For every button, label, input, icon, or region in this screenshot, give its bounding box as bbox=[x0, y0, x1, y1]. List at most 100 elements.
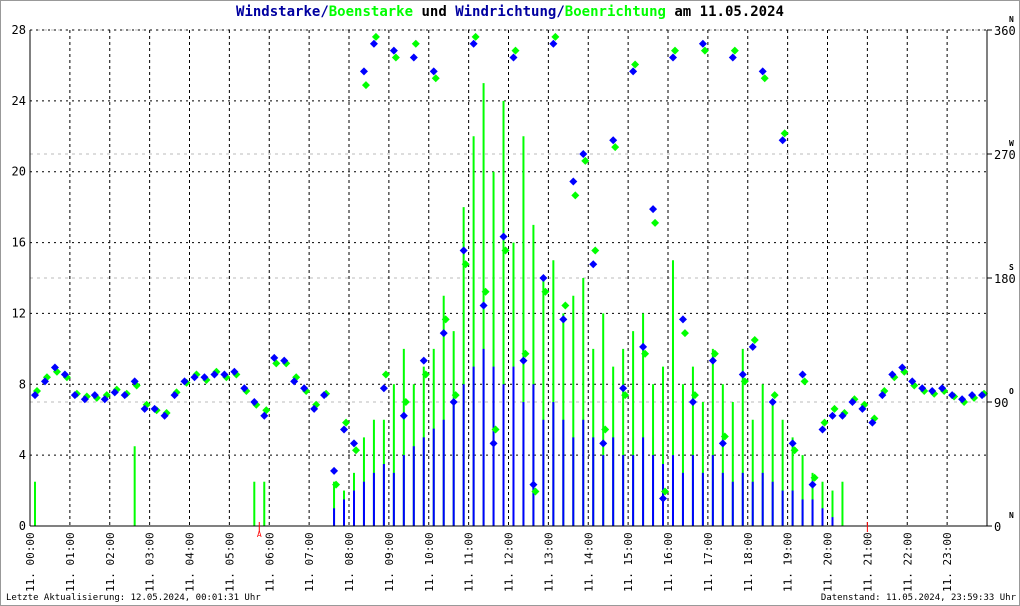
y-tick-label: 16 bbox=[12, 236, 26, 250]
y-right-tick-label: 180 bbox=[994, 272, 1016, 286]
wind-direction-point bbox=[599, 439, 608, 448]
x-tick-label: 11. 18:00 bbox=[742, 532, 755, 592]
wind-direction-point bbox=[419, 356, 428, 365]
gust-direction-point bbox=[381, 370, 390, 379]
wind-direction-point bbox=[549, 39, 558, 48]
gust-direction-point bbox=[351, 446, 360, 455]
wind-direction-point bbox=[369, 39, 378, 48]
wind-direction-point bbox=[379, 384, 388, 393]
wind-direction-point bbox=[569, 177, 578, 186]
x-tick-label: 11. 16:00 bbox=[662, 532, 675, 592]
y-tick-label: 8 bbox=[19, 377, 26, 391]
wind-direction-point bbox=[609, 136, 618, 145]
wind-direction-point bbox=[499, 232, 508, 241]
gust-direction-point bbox=[700, 46, 709, 55]
y-tick-label: 12 bbox=[12, 306, 26, 320]
wind-direction-point bbox=[808, 480, 817, 489]
data-timestamp: Datenstand: 11.05.2024, 23:59:33 Uhr bbox=[820, 593, 1016, 603]
wind-direction-point bbox=[479, 301, 488, 310]
x-tick-label: 11. 06:00 bbox=[263, 532, 276, 592]
wind-direction-point bbox=[659, 494, 668, 503]
wind-direction-point bbox=[778, 136, 787, 145]
y-tick-label: 24 bbox=[12, 94, 26, 108]
y-right-tick-label: 270 bbox=[994, 148, 1016, 162]
x-tick-label: 11. 20:00 bbox=[822, 532, 835, 592]
wind-direction-point bbox=[668, 53, 677, 62]
wind-direction-point bbox=[389, 46, 398, 55]
wind-direction-point bbox=[539, 274, 548, 282]
wind-direction-point bbox=[589, 260, 598, 269]
gust-direction-point bbox=[820, 418, 829, 427]
x-tick-label: 11. 11:00 bbox=[463, 532, 476, 592]
gust-direction-point bbox=[371, 32, 380, 41]
x-tick-label: 11. 02:00 bbox=[104, 532, 117, 592]
wind-direction-point bbox=[728, 53, 737, 62]
x-tick-label: 11. 13:00 bbox=[542, 532, 555, 592]
wind-direction-point bbox=[340, 425, 349, 434]
gust-direction-point bbox=[551, 32, 560, 41]
gust-direction-point bbox=[571, 191, 580, 200]
wind-direction-point bbox=[359, 67, 368, 76]
wind-direction-point bbox=[639, 342, 648, 351]
gust-direction-point bbox=[561, 301, 570, 310]
x-tick-label: 11. 10:00 bbox=[423, 532, 436, 592]
x-tick-label: 11. 21:00 bbox=[861, 532, 874, 592]
wind-direction-point bbox=[738, 370, 747, 379]
compass-label: N bbox=[1009, 511, 1014, 520]
x-tick-label: 11. 14:00 bbox=[582, 532, 595, 592]
gust-direction-point bbox=[591, 246, 600, 255]
gust-direction-point bbox=[780, 129, 789, 138]
wind-direction-point bbox=[469, 39, 478, 48]
gust-direction-point bbox=[361, 81, 370, 90]
gust-direction-point bbox=[651, 218, 660, 227]
wind-direction-point bbox=[529, 480, 538, 489]
x-tick-label: 11. 01:00 bbox=[64, 532, 77, 592]
marker-label: A bbox=[257, 530, 262, 539]
gust-direction-point bbox=[511, 46, 520, 55]
wind-direction-point bbox=[579, 150, 588, 158]
wind-direction-point bbox=[459, 246, 468, 255]
gust-direction-point bbox=[680, 329, 689, 338]
wind-direction-point bbox=[748, 342, 757, 351]
x-tick-label: 11. 09:00 bbox=[383, 532, 396, 592]
y-tick-label: 20 bbox=[12, 165, 26, 179]
wind-direction-point bbox=[449, 398, 458, 406]
wind-direction-point bbox=[619, 384, 628, 393]
x-tick-label: 11. 07:00 bbox=[303, 532, 316, 592]
wind-direction-point bbox=[559, 315, 568, 324]
gust-direction-point bbox=[471, 32, 480, 41]
wind-direction-point bbox=[489, 439, 498, 448]
gust-direction-point bbox=[391, 53, 400, 62]
wind-direction-point bbox=[698, 39, 707, 48]
compass-label: S bbox=[1009, 263, 1014, 272]
wind-chart: 04812162024280N90O180S270W360N11. 00:00 1… bbox=[12, 15, 1016, 592]
wind-direction-point bbox=[509, 53, 518, 62]
wind-direction-point bbox=[788, 439, 797, 448]
wind-direction-point bbox=[688, 398, 697, 406]
wind-direction-point bbox=[439, 329, 448, 338]
x-tick-label: 11. 00:00 bbox=[24, 532, 37, 592]
wind-direction-point bbox=[649, 205, 658, 214]
x-tick-label: 11. 23:00 bbox=[941, 532, 954, 592]
wind-direction-point bbox=[429, 67, 438, 76]
gust-direction-point bbox=[411, 39, 420, 48]
compass-label: W bbox=[1009, 139, 1014, 148]
y-right-tick-label: 0 bbox=[994, 520, 1001, 534]
x-tick-label: 11. 03:00 bbox=[144, 532, 157, 592]
gust-direction-point bbox=[770, 391, 779, 400]
gust-direction-point bbox=[730, 46, 739, 55]
wind-direction-point bbox=[409, 53, 418, 62]
compass-label: N bbox=[1009, 15, 1014, 24]
y-tick-label: 0 bbox=[19, 519, 26, 533]
compass-label: O bbox=[1009, 387, 1014, 396]
gust-direction-point bbox=[670, 46, 679, 55]
x-tick-label: 11. 08:00 bbox=[343, 532, 356, 592]
wind-direction-point bbox=[818, 425, 827, 434]
y-right-tick-label: 360 bbox=[994, 24, 1016, 38]
wind-direction-point bbox=[798, 370, 807, 379]
wind-direction-point bbox=[708, 356, 717, 365]
x-tick-label: 11. 19:00 bbox=[782, 532, 795, 592]
gust-direction-point bbox=[760, 74, 769, 83]
gust-direction-point bbox=[800, 377, 809, 386]
wind-direction-point bbox=[718, 439, 727, 448]
